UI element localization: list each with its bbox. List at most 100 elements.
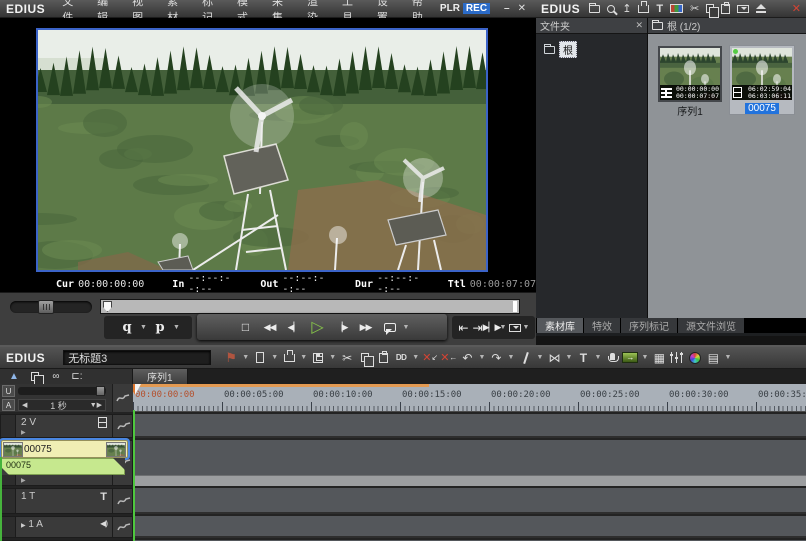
tab-sequence-marker[interactable]: 序列标记 [621, 318, 677, 333]
track-1a-label[interactable]: ▶ 1 A [21, 519, 43, 530]
track-1t-sync-patch[interactable] [112, 489, 134, 513]
dropdown-icon[interactable]: ▼ [299, 354, 308, 361]
scale-next-icon[interactable]: ▼▶ [90, 401, 102, 409]
add-transition-icon[interactable]: ⋈ [546, 349, 562, 367]
playback-dropdown-icon[interactable]: ▼ [402, 324, 411, 331]
speaker-icon[interactable]: ◀) [100, 519, 107, 528]
save-project-icon[interactable] [310, 349, 326, 367]
copy-icon[interactable] [706, 4, 714, 13]
shuttle-slider[interactable] [10, 301, 92, 313]
play-around-dropdown-icon[interactable]: ▼ [499, 324, 508, 331]
set-out-point-button[interactable]: p [148, 317, 172, 339]
undo-icon[interactable]: ↶ [459, 349, 475, 367]
folder-panel-close-icon[interactable]: ✕ [635, 20, 643, 31]
stop-button[interactable]: □ [234, 316, 258, 338]
dropdown-icon[interactable]: ▼ [564, 354, 573, 361]
eject-icon[interactable] [756, 4, 766, 13]
rewind-button[interactable]: ◀◀ [258, 316, 282, 338]
fast-forward-button[interactable]: ▶▶ [354, 316, 378, 338]
search-icon[interactable] [607, 5, 615, 13]
open-project-icon[interactable] [281, 349, 297, 367]
sync-mode-icon[interactable] [29, 370, 41, 383]
add-title-icon[interactable]: T [656, 3, 663, 15]
plr-mode-button[interactable]: PLR [440, 3, 460, 14]
dropdown-icon[interactable]: ▼ [723, 354, 732, 361]
dropdown-icon[interactable]: ▼ [535, 354, 544, 361]
tab-source-browser[interactable]: 源文件浏览 [678, 318, 744, 333]
goto-in-point-button[interactable]: ⇤ [457, 317, 471, 339]
dropdown-icon[interactable]: ▼ [411, 354, 420, 361]
previous-frame-button[interactable]: ◀▏ [282, 316, 306, 338]
tool-flag-icon[interactable]: ⚑ [223, 349, 239, 367]
new-sequence-icon[interactable] [252, 349, 268, 367]
export-dropdown-icon[interactable]: ▼ [522, 324, 531, 331]
loop-playback-button[interactable] [378, 316, 402, 338]
cut-icon[interactable]: ✂ [339, 349, 355, 367]
timeline-playhead[interactable] [133, 410, 135, 541]
track-1t-margin[interactable] [1, 489, 16, 513]
shuttle-handle[interactable] [38, 300, 54, 314]
timeline-clip-video[interactable]: 00075 [1, 440, 128, 458]
delete-icon[interactable]: ✕← [440, 349, 457, 367]
expand-track-icon[interactable]: ▶ [21, 477, 26, 484]
ripple-mode-icon[interactable]: ∞ [50, 370, 62, 383]
out-point-dropdown-icon[interactable]: ▼ [172, 324, 181, 331]
zoom-slider-handle[interactable] [96, 386, 105, 396]
tab-asset-library[interactable]: 素材库 [537, 318, 583, 333]
paste-icon[interactable] [375, 349, 391, 367]
tab-effects[interactable]: 特效 [584, 318, 620, 333]
title-track-icon[interactable]: T [100, 491, 107, 503]
minimize-button[interactable]: – [500, 3, 514, 14]
track-1a-content[interactable] [133, 516, 806, 538]
track-1a-margin[interactable] [1, 517, 16, 537]
set-in-point-button[interactable]: q [115, 317, 139, 339]
bin-close-icon[interactable]: ✕ [792, 2, 801, 15]
play-around-cursor-button[interactable]: ▶▏▶ [485, 317, 499, 339]
render-export-icon[interactable]: → [622, 349, 638, 367]
video-track-icon[interactable] [98, 417, 107, 428]
track-2v-margin[interactable] [1, 415, 16, 437]
add-to-timeline-icon[interactable]: ↥ [622, 2, 631, 15]
close-button[interactable]: ✕ [514, 3, 530, 14]
color-correction-icon[interactable] [687, 349, 703, 367]
dropdown-icon[interactable]: ▼ [477, 354, 486, 361]
timeline-ruler[interactable]: 00:00:00:00 00:00:05:00 00:00:10:00 00:0… [133, 384, 806, 412]
dropdown-icon[interactable]: ▼ [640, 354, 649, 361]
ruler-sync-patch[interactable] [112, 384, 133, 412]
bin-clip-sequence[interactable]: 00:00:00:00 00:00:07:07 序列1 [658, 46, 722, 118]
tab-sequence-1[interactable]: 序列1 [133, 369, 188, 384]
timeline-scale-select[interactable]: ◀ 1 秒 ▼▶ [18, 399, 106, 411]
cut-icon[interactable]: ✂ [690, 2, 699, 15]
create-title-icon[interactable]: T [575, 349, 591, 367]
voiceover-mic-icon[interactable] [604, 349, 620, 367]
capture-icon[interactable] [670, 4, 683, 13]
extract-mode-icon[interactable]: ⊏: [71, 370, 83, 383]
scale-prev-icon[interactable]: ◀ [22, 401, 27, 409]
track-2v-label[interactable]: 2 V [21, 417, 36, 428]
dropdown-icon[interactable]: ▼ [593, 354, 602, 361]
track-2v-sync-patch[interactable] [112, 415, 134, 437]
rec-mode-button[interactable]: REC [463, 3, 490, 14]
copy-icon[interactable] [357, 349, 373, 367]
audio-mixer-icon[interactable] [669, 349, 685, 367]
import-icon[interactable] [638, 5, 649, 13]
track-2v-content[interactable] [133, 414, 806, 438]
in-point-dropdown-icon[interactable]: ▼ [139, 324, 148, 331]
new-folder-icon[interactable] [589, 5, 600, 13]
redo-icon[interactable]: ↷ [488, 349, 504, 367]
seek-playhead[interactable] [103, 301, 112, 312]
send-to-screen-icon[interactable] [737, 5, 749, 13]
add-cut-point-icon[interactable] [517, 349, 533, 367]
dropdown-icon[interactable]: ▼ [328, 354, 337, 361]
seek-bar[interactable] [100, 299, 520, 314]
panel-layout-icon[interactable]: ▤ [705, 349, 721, 367]
track-1a-sync-patch[interactable] [112, 517, 134, 537]
dropdown-icon[interactable]: ▼ [506, 354, 515, 361]
track-1t-label[interactable]: 1 T [21, 491, 35, 502]
export-to-tape-button[interactable] [508, 317, 522, 339]
track-1t-content[interactable] [133, 488, 806, 514]
paste-icon[interactable] [721, 4, 730, 14]
ripple-delete-icon[interactable]: ✕↙ [422, 349, 438, 367]
dropdown-icon[interactable]: ▼ [270, 354, 279, 361]
timeline-zoom-slider[interactable] [18, 387, 106, 395]
